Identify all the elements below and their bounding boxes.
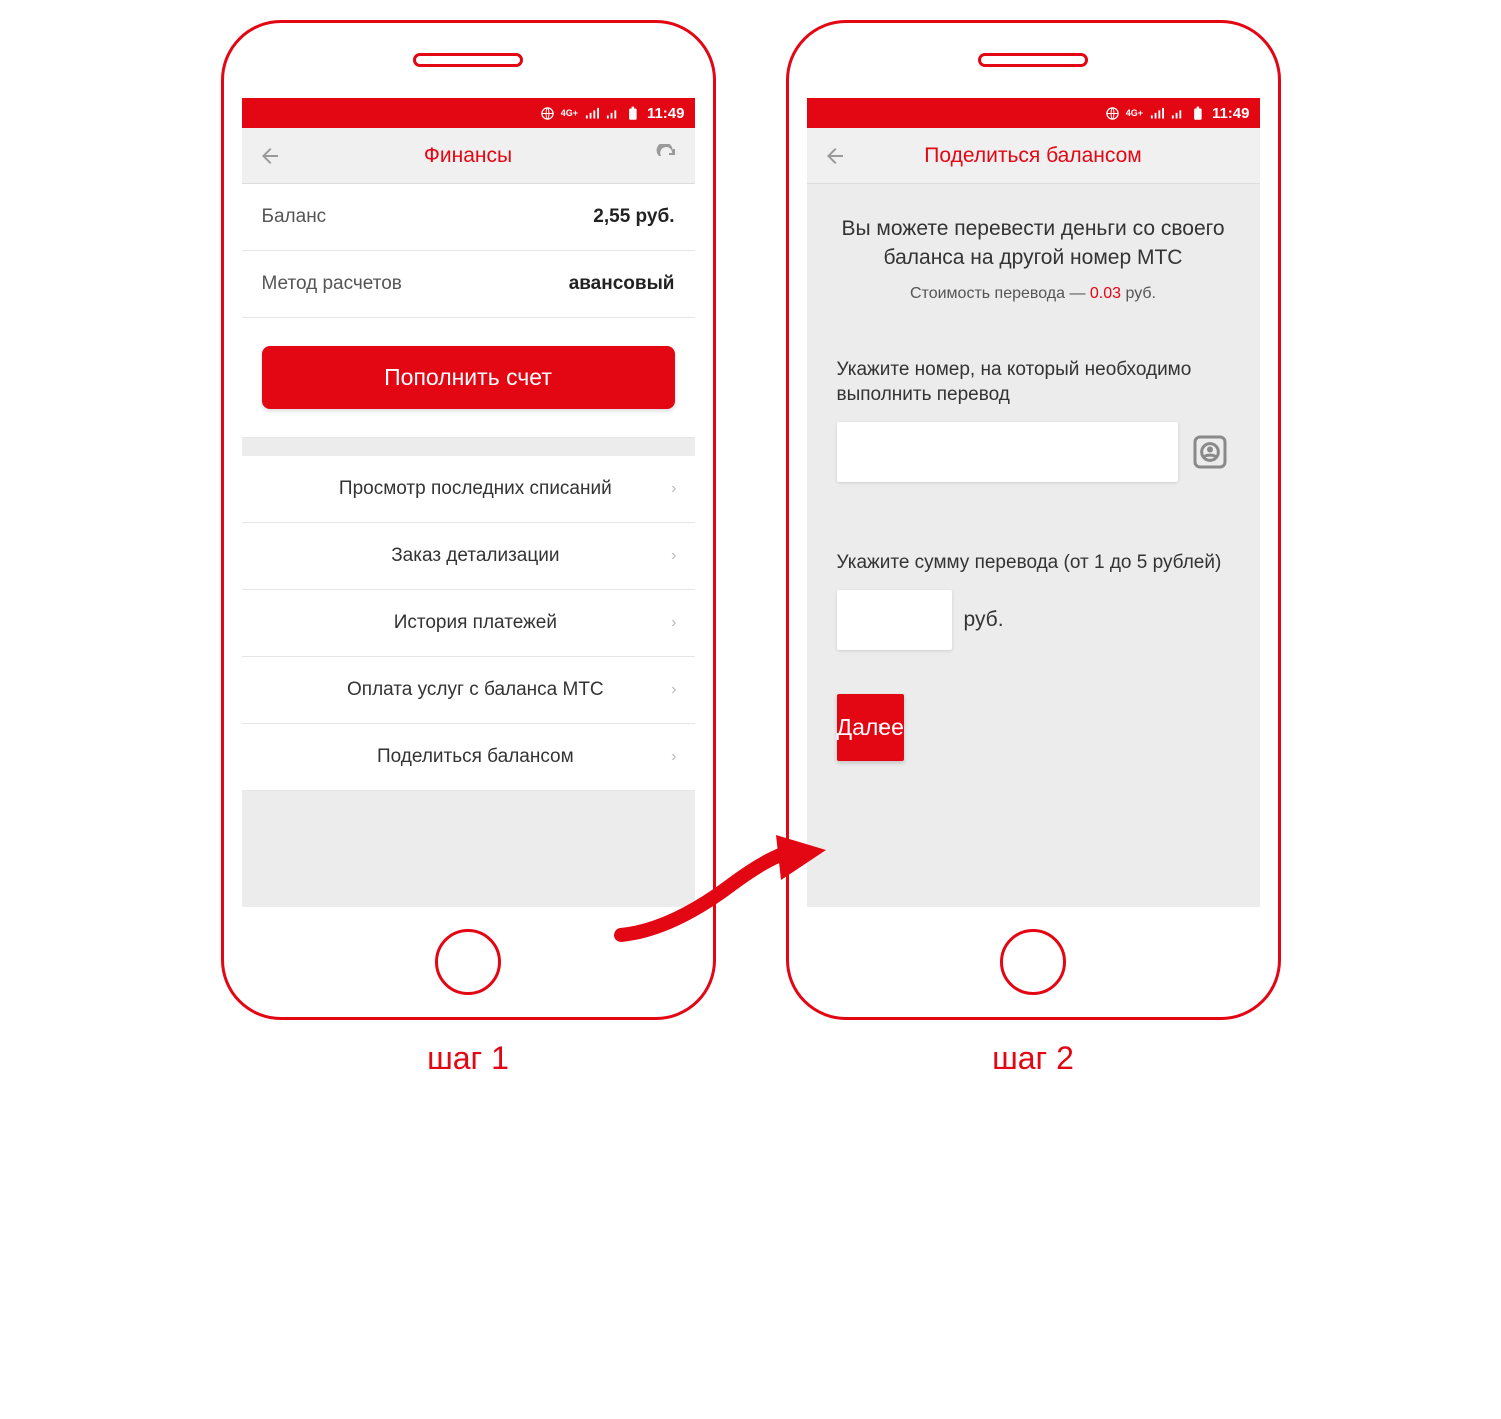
list-item-recent-charges[interactable]: Просмотр последних списаний › bbox=[242, 456, 695, 523]
globe-icon bbox=[1105, 106, 1120, 121]
screen-step2: 4G+ 11:49 Поделиться балансом Вы можете … bbox=[807, 98, 1260, 907]
topup-button[interactable]: Пополнить счет bbox=[262, 346, 675, 409]
method-label: Метод расчетов bbox=[262, 273, 402, 295]
amount-input[interactable] bbox=[837, 590, 952, 650]
list-item-pay-from-balance[interactable]: Оплата услуг c баланса МТС › bbox=[242, 657, 695, 724]
battery-icon bbox=[626, 106, 641, 121]
cost-text: Стоимость перевода — 0.03 руб. bbox=[837, 285, 1230, 303]
chevron-right-icon: › bbox=[671, 614, 676, 632]
status-time: 11:49 bbox=[1212, 105, 1250, 122]
method-row: Метод расчетов авансовый bbox=[242, 251, 695, 318]
chevron-right-icon: › bbox=[671, 681, 676, 699]
refresh-icon[interactable] bbox=[655, 144, 679, 168]
globe-icon bbox=[540, 106, 555, 121]
phone-speaker bbox=[978, 53, 1088, 67]
chevron-right-icon: › bbox=[878, 717, 884, 738]
balance-value: 2,55 руб. bbox=[593, 206, 674, 228]
list-item-label: Оплата услуг c баланса МТС bbox=[260, 679, 672, 701]
list-item-payment-history[interactable]: История платежей › bbox=[242, 590, 695, 657]
list-item-share-balance[interactable]: Поделиться балансом › bbox=[242, 724, 695, 791]
app-bar: Поделиться балансом bbox=[807, 128, 1260, 184]
status-bar: 4G+ 11:49 bbox=[242, 98, 695, 128]
battery-icon bbox=[1191, 106, 1206, 121]
number-field-block: Укажите номер, на который необходимо вып… bbox=[807, 343, 1260, 496]
phone-speaker bbox=[413, 53, 523, 67]
transfer-info: Вы можете перевести деньги со своего бал… bbox=[807, 184, 1260, 313]
cost-suffix: руб. bbox=[1121, 285, 1156, 302]
status-bar: 4G+ 11:49 bbox=[807, 98, 1260, 128]
network-4g-icon: 4G+ bbox=[1126, 108, 1143, 118]
list-item-order-details[interactable]: Заказ детализации › bbox=[242, 523, 695, 590]
screen-step1: 4G+ 11:49 Финансы Баланс 2,55 руб. bbox=[242, 98, 695, 907]
network-4g-icon: 4G+ bbox=[561, 108, 578, 118]
amount-field-block: Укажите сумму перевода (от 1 до 5 рублей… bbox=[807, 536, 1260, 664]
list-item-label: История платежей bbox=[260, 612, 672, 634]
chevron-right-icon: › bbox=[671, 748, 676, 766]
signal-r-icon bbox=[1170, 106, 1185, 121]
signal-r-icon bbox=[605, 106, 620, 121]
step1-caption: шаг 1 bbox=[427, 1040, 509, 1077]
page-title: Финансы bbox=[282, 144, 655, 168]
phone-frame-step1: 4G+ 11:49 Финансы Баланс 2,55 руб. bbox=[221, 20, 716, 1020]
page-title: Поделиться балансом bbox=[847, 144, 1220, 168]
number-label: Укажите номер, на который необходимо вып… bbox=[837, 357, 1230, 408]
phone-frame-step2: 4G+ 11:49 Поделиться балансом Вы можете … bbox=[786, 20, 1281, 1020]
status-time: 11:49 bbox=[647, 105, 685, 122]
step2-caption: шаг 2 bbox=[992, 1040, 1074, 1077]
app-bar: Финансы bbox=[242, 128, 695, 184]
balance-label: Баланс bbox=[262, 206, 327, 228]
next-button[interactable]: Далее › bbox=[837, 694, 904, 761]
amount-unit: руб. bbox=[964, 608, 1004, 632]
home-button[interactable] bbox=[435, 929, 501, 995]
chevron-right-icon: › bbox=[671, 480, 676, 498]
cost-value: 0.03 bbox=[1090, 285, 1121, 302]
list-item-label: Просмотр последних списаний bbox=[260, 478, 672, 500]
signal-icon bbox=[1149, 106, 1164, 121]
balance-row: Баланс 2,55 руб. bbox=[242, 184, 695, 251]
cost-prefix: Стоимость перевода — bbox=[910, 285, 1090, 302]
phone-number-input[interactable] bbox=[837, 422, 1178, 482]
home-button[interactable] bbox=[1000, 929, 1066, 995]
topup-block: Пополнить счет bbox=[242, 318, 695, 438]
contacts-icon[interactable] bbox=[1190, 432, 1230, 472]
signal-icon bbox=[584, 106, 599, 121]
next-button-label: Далее bbox=[837, 714, 904, 741]
list-item-label: Поделиться балансом bbox=[260, 746, 672, 768]
list-item-label: Заказ детализации bbox=[260, 545, 672, 567]
back-arrow-icon[interactable] bbox=[823, 144, 847, 168]
back-arrow-icon[interactable] bbox=[258, 144, 282, 168]
content-area: Вы можете перевести деньги со своего бал… bbox=[807, 184, 1260, 907]
method-value: авансовый bbox=[569, 273, 675, 295]
amount-label: Укажите сумму перевода (от 1 до 5 рублей… bbox=[837, 550, 1230, 576]
info-text: Вы можете перевести деньги со своего бал… bbox=[837, 214, 1230, 273]
content-area: Баланс 2,55 руб. Метод расчетов авансовы… bbox=[242, 184, 695, 907]
chevron-right-icon: › bbox=[671, 547, 676, 565]
